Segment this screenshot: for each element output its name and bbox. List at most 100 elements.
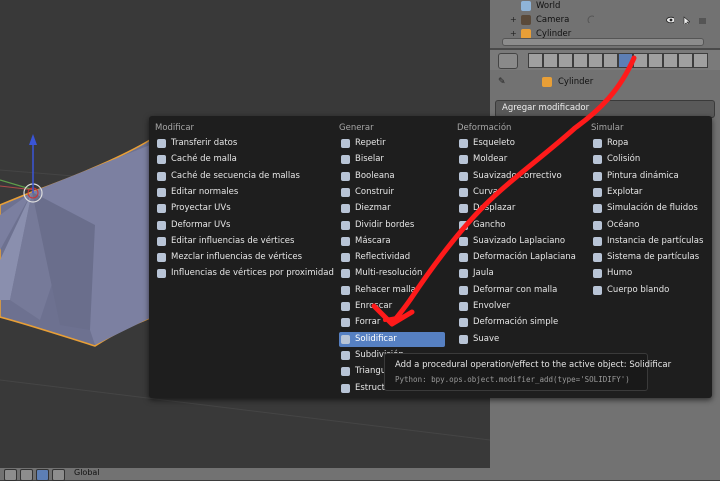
texture-tab-icon[interactable] — [663, 53, 678, 68]
menu-item[interactable]: Suave — [457, 332, 579, 347]
outliner-row-world[interactable]: World — [490, 0, 720, 13]
menu-item[interactable]: Proyectar UVs — [155, 201, 327, 216]
modifier-icon — [341, 302, 350, 311]
modifier-icon — [341, 350, 350, 360]
constraints-tab-icon[interactable] — [603, 53, 618, 68]
menu-item[interactable]: Enroscar — [339, 299, 445, 314]
modifier-icon — [341, 220, 350, 230]
modifier-icon — [341, 171, 350, 181]
modifiers-tab-icon[interactable] — [618, 53, 633, 68]
menu-item[interactable]: Rehacer malla — [339, 283, 445, 298]
menu-item[interactable]: Mezclar influencias de vértices — [155, 250, 327, 265]
menu-item[interactable]: Desplazar — [457, 201, 579, 216]
menu-item-label: Reflectividad — [355, 252, 411, 263]
menu-item[interactable]: Ropa — [591, 136, 700, 151]
menu-item[interactable]: Reflectividad — [339, 250, 445, 265]
menu-item[interactable]: Editar influencias de vértices — [155, 234, 327, 249]
menu-item[interactable]: Deformar UVs — [155, 218, 327, 233]
menu-item[interactable]: Sistema de partículas — [591, 250, 700, 265]
world-tab-icon[interactable] — [573, 53, 588, 68]
menu-item-label: Suave — [473, 333, 500, 344]
menu-item[interactable]: Influencias de vértices por proximidad — [155, 266, 334, 281]
menu-item[interactable]: Esqueleto — [457, 136, 579, 151]
menu-item[interactable]: Jaula — [457, 266, 579, 281]
physics-tab-icon[interactable] — [693, 53, 708, 68]
menu-item[interactable]: Suavizado Laplaciano — [457, 234, 579, 249]
menu-item-label: Rehacer malla — [355, 284, 416, 295]
camera-render-icon[interactable] — [698, 16, 706, 24]
outliner-scrollbar[interactable] — [502, 38, 704, 46]
menu-item[interactable]: Forrar — [339, 315, 445, 330]
menu-item[interactable]: Construir — [339, 185, 445, 200]
menu-item[interactable]: Suavizado correctivo — [457, 169, 579, 184]
menu-item[interactable]: Repetir — [339, 136, 445, 151]
expand-icon[interactable]: + — [510, 30, 518, 38]
menu-item[interactable]: Pintura dinámica — [591, 169, 700, 184]
menu-item-label: Booleana — [355, 170, 395, 181]
menu-item[interactable]: Caché de malla — [155, 152, 327, 167]
manipulator-toggle[interactable] — [36, 469, 49, 481]
menu-item-label: Deformación simple — [473, 317, 559, 328]
view-menu-button[interactable] — [4, 469, 17, 481]
select-mode-button[interactable] — [20, 469, 33, 481]
menu-item-label: Suavizado correctivo — [473, 170, 562, 181]
modifier-icon — [459, 155, 468, 165]
menu-item[interactable]: Transferir datos — [155, 136, 327, 151]
menu-item[interactable]: Booleana — [339, 169, 445, 184]
menu-item[interactable]: Máscara — [339, 234, 445, 249]
expand-icon[interactable]: + — [510, 16, 518, 24]
menu-item[interactable]: Dividir bordes — [339, 218, 445, 233]
menu-item[interactable]: Deformación Laplaciana — [457, 250, 579, 265]
particles-tab-icon[interactable] — [678, 53, 693, 68]
tooltip-python: Python: bpy.ops.object.modifier_add(type… — [395, 375, 630, 384]
menu-item[interactable]: Caché de secuencia de mallas — [155, 169, 327, 184]
menu-item-label: Enroscar — [355, 301, 393, 311]
modifier-icon — [341, 187, 350, 197]
object-tab-icon[interactable] — [588, 53, 603, 68]
menu-item[interactable]: Deformación simple — [457, 315, 579, 330]
render-tab-icon[interactable] — [528, 53, 543, 68]
outliner-row-camera[interactable]: + Camera — [490, 13, 720, 27]
menu-item[interactable]: Solidificar — [339, 331, 445, 347]
menu-item[interactable]: Humo — [591, 266, 700, 281]
menu-item-label: Editar influencias de vértices — [171, 235, 295, 246]
modifier-icon — [157, 171, 166, 181]
context-menu-button[interactable] — [498, 53, 518, 69]
menu-item[interactable]: Cuerpo blando — [591, 283, 700, 298]
menu-item[interactable]: Instancia de partículas — [591, 234, 703, 249]
menu-item[interactable]: Gancho — [457, 218, 579, 233]
menu-item[interactable]: Curva — [457, 185, 579, 200]
menu-item[interactable]: Biselar — [339, 152, 445, 167]
menu-item[interactable]: Simulación de fluidos — [591, 201, 700, 216]
menu-item[interactable]: Deformar con malla — [457, 283, 579, 298]
modifier-icon — [459, 334, 468, 344]
pin-icon[interactable]: ✎ — [498, 77, 508, 87]
viewport-header: Global — [0, 468, 490, 481]
modifier-icon — [593, 204, 602, 214]
transform-button[interactable] — [52, 469, 65, 481]
menu-item-label: Máscara — [355, 235, 391, 246]
modifier-icon — [593, 171, 602, 181]
menu-item[interactable]: Multi-resolución — [339, 266, 445, 281]
menu-item[interactable]: Envolver — [457, 299, 579, 314]
menu-item[interactable]: Explotar — [591, 185, 700, 200]
render-layers-tab-icon[interactable] — [543, 53, 558, 68]
transform-orientation-select[interactable]: Global — [74, 468, 100, 477]
material-tab-icon[interactable] — [648, 53, 663, 68]
menu-item-label: Diezmar — [355, 203, 391, 214]
menu-item-label: Dividir bordes — [355, 219, 415, 230]
menu-item[interactable]: Colisión — [591, 152, 700, 167]
menu-item[interactable]: Océano — [591, 218, 700, 233]
menu-item[interactable]: Moldear — [457, 152, 579, 167]
data-tab-icon[interactable] — [633, 53, 648, 68]
menu-item[interactable]: Diezmar — [339, 201, 445, 216]
cursor-select-icon[interactable] — [682, 16, 690, 24]
menu-item[interactable]: Editar normales — [155, 185, 327, 200]
menu-column-header: Generar — [339, 123, 374, 133]
eye-icon[interactable] — [666, 16, 674, 24]
menu-item-label: Transferir datos — [171, 138, 238, 148]
modifier-icon — [459, 220, 468, 230]
scene-tab-icon[interactable] — [558, 53, 573, 68]
modifier-icon — [341, 367, 350, 377]
menu-item-label: Forrar — [355, 317, 381, 328]
